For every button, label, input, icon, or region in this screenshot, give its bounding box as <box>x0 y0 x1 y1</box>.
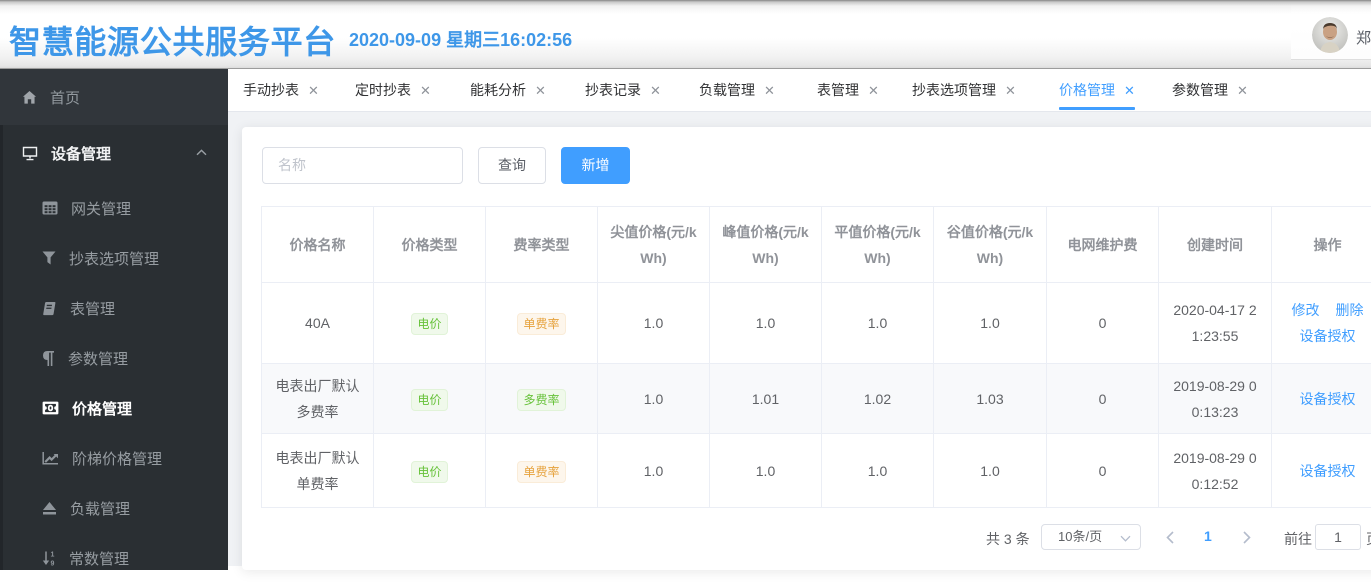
svg-text:1: 1 <box>51 551 55 558</box>
svg-text:9: 9 <box>51 560 55 566</box>
